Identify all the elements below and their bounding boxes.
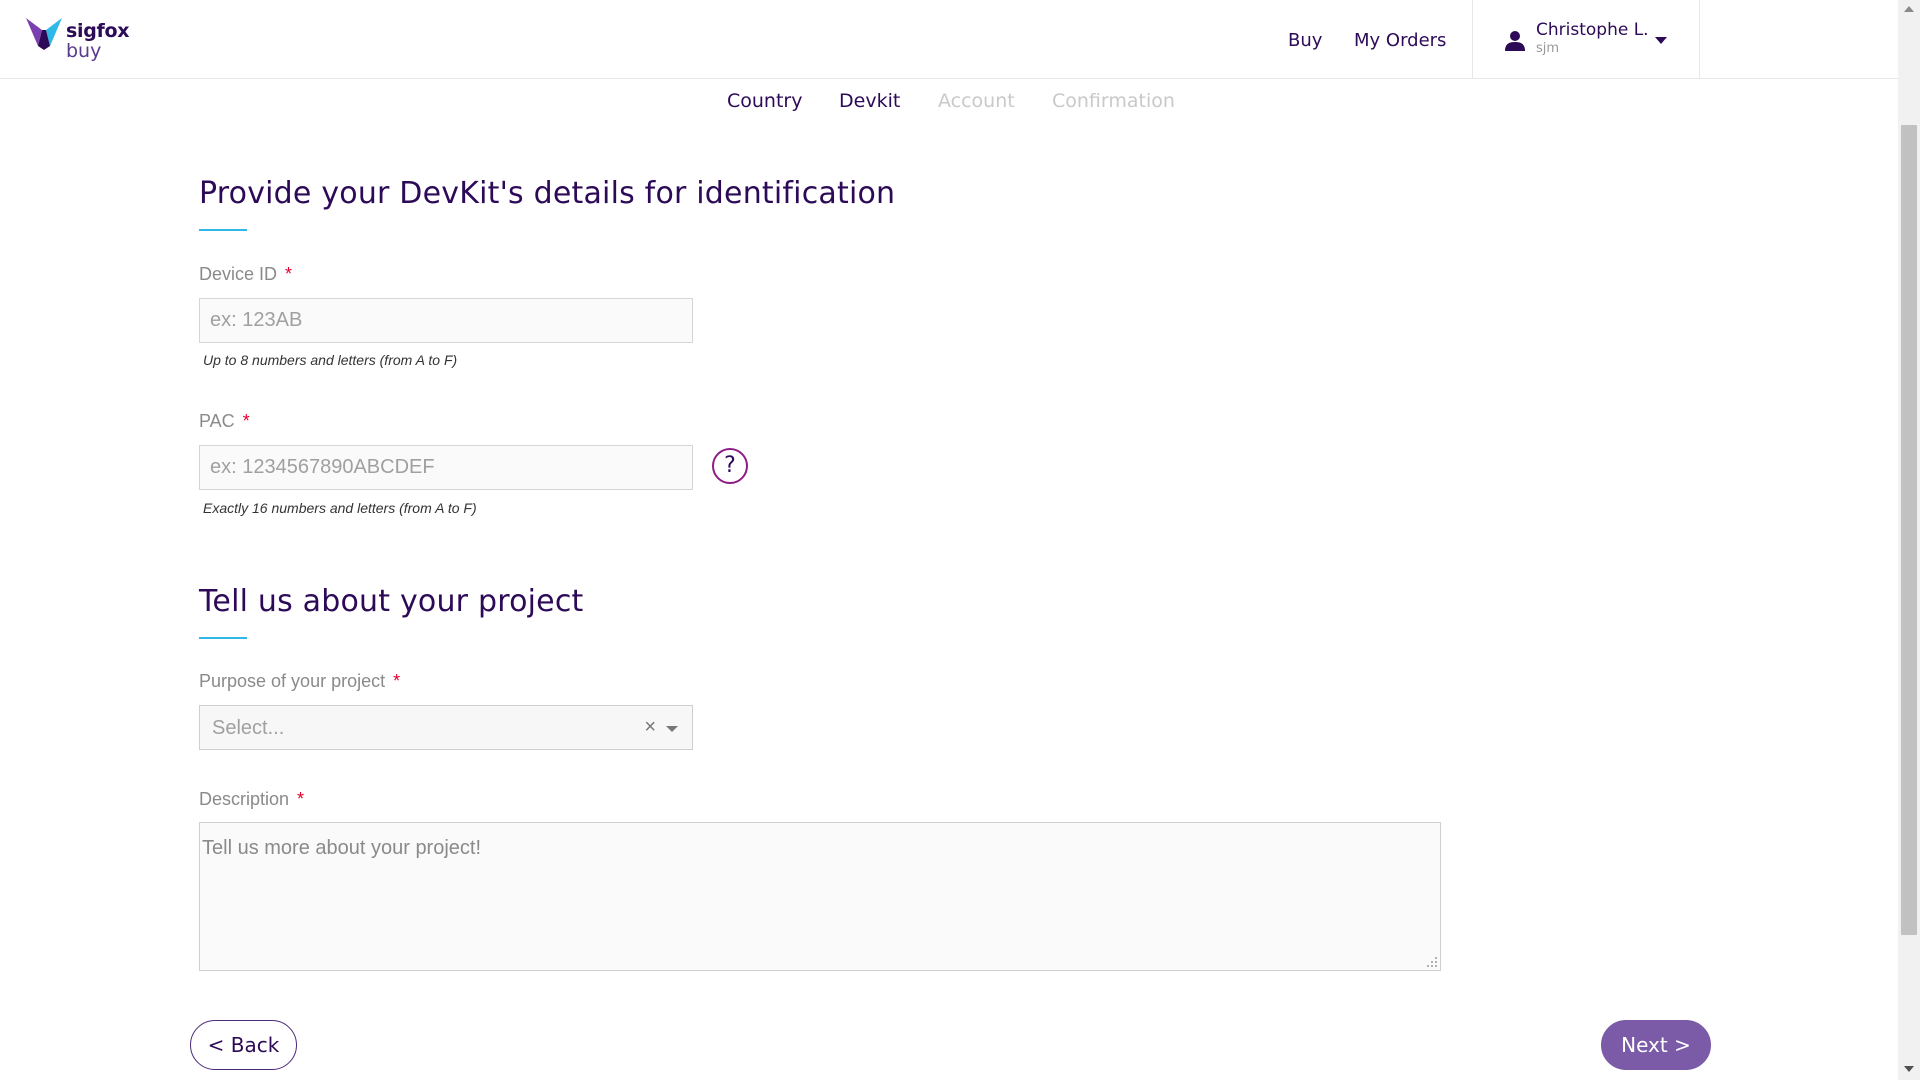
required-marker: *: [297, 789, 305, 809]
required-marker: *: [242, 411, 250, 431]
pac-label: PAC *: [199, 411, 250, 432]
step-confirmation: Confirmation: [1052, 90, 1175, 112]
user-organization: sjm: [1536, 41, 1560, 56]
chevron-down-icon[interactable]: [1655, 37, 1667, 44]
next-button[interactable]: Next >: [1601, 1020, 1711, 1070]
devkit-section-title: Provide your DevKit's details for identi…: [199, 176, 896, 211]
required-marker: *: [285, 264, 293, 284]
logo-sub-text: buy: [66, 40, 102, 62]
scroll-up-arrow-icon[interactable]: [1904, 6, 1914, 12]
device-id-label-text: Device ID: [199, 264, 278, 284]
purpose-label: Purpose of your project *: [199, 671, 400, 692]
scrollbar-thumb[interactable]: [1901, 125, 1917, 935]
scroll-down-arrow-icon[interactable]: [1904, 1066, 1914, 1072]
title-underline: [199, 637, 247, 639]
help-icon[interactable]: ?: [712, 448, 748, 484]
chevron-down-icon[interactable]: [666, 726, 678, 732]
description-label-text: Description: [199, 789, 290, 809]
device-id-hint: Up to 8 numbers and letters (from A to F…: [203, 352, 458, 368]
pac-hint: Exactly 16 numbers and letters (from A t…: [203, 500, 477, 516]
user-menu[interactable]: Christophe L. sjm: [1504, 20, 1649, 56]
top-header: sigfox buy Buy My Orders Christophe L. s…: [0, 0, 1898, 79]
step-country[interactable]: Country: [727, 90, 802, 112]
sigfox-buy-logo[interactable]: sigfox buy: [24, 16, 130, 62]
nav-buy-link[interactable]: Buy: [1288, 30, 1322, 51]
resize-grip-icon[interactable]: [1426, 956, 1438, 968]
step-devkit[interactable]: Devkit: [839, 90, 900, 112]
project-section-title: Tell us about your project: [199, 584, 584, 619]
user-icon: [1505, 31, 1525, 51]
device-id-label: Device ID *: [199, 264, 292, 285]
description-label: Description *: [199, 789, 304, 810]
required-marker: *: [393, 671, 401, 691]
logo-brand-text: sigfox: [66, 20, 130, 42]
pac-label-text: PAC: [199, 411, 235, 431]
user-divider-right: [1699, 0, 1700, 79]
back-button[interactable]: < Back: [190, 1020, 297, 1070]
vertical-scrollbar[interactable]: [1898, 0, 1920, 1080]
user-name: Christophe L.: [1536, 20, 1649, 40]
step-account: Account: [938, 90, 1015, 112]
checkout-steps: Country Devkit Account Confirmation: [0, 90, 1898, 114]
device-id-input[interactable]: [199, 298, 693, 343]
purpose-select[interactable]: Select... ×: [199, 705, 693, 750]
clear-icon[interactable]: ×: [644, 716, 656, 739]
nav-my-orders-link[interactable]: My Orders: [1354, 30, 1446, 51]
purpose-label-text: Purpose of your project: [199, 671, 386, 691]
purpose-select-value: Select...: [212, 717, 285, 739]
description-textarea[interactable]: [199, 822, 1441, 971]
butterfly-logo-icon: [26, 18, 62, 50]
pac-input[interactable]: [199, 445, 693, 490]
user-divider-left: [1472, 0, 1473, 79]
title-underline: [199, 229, 247, 231]
